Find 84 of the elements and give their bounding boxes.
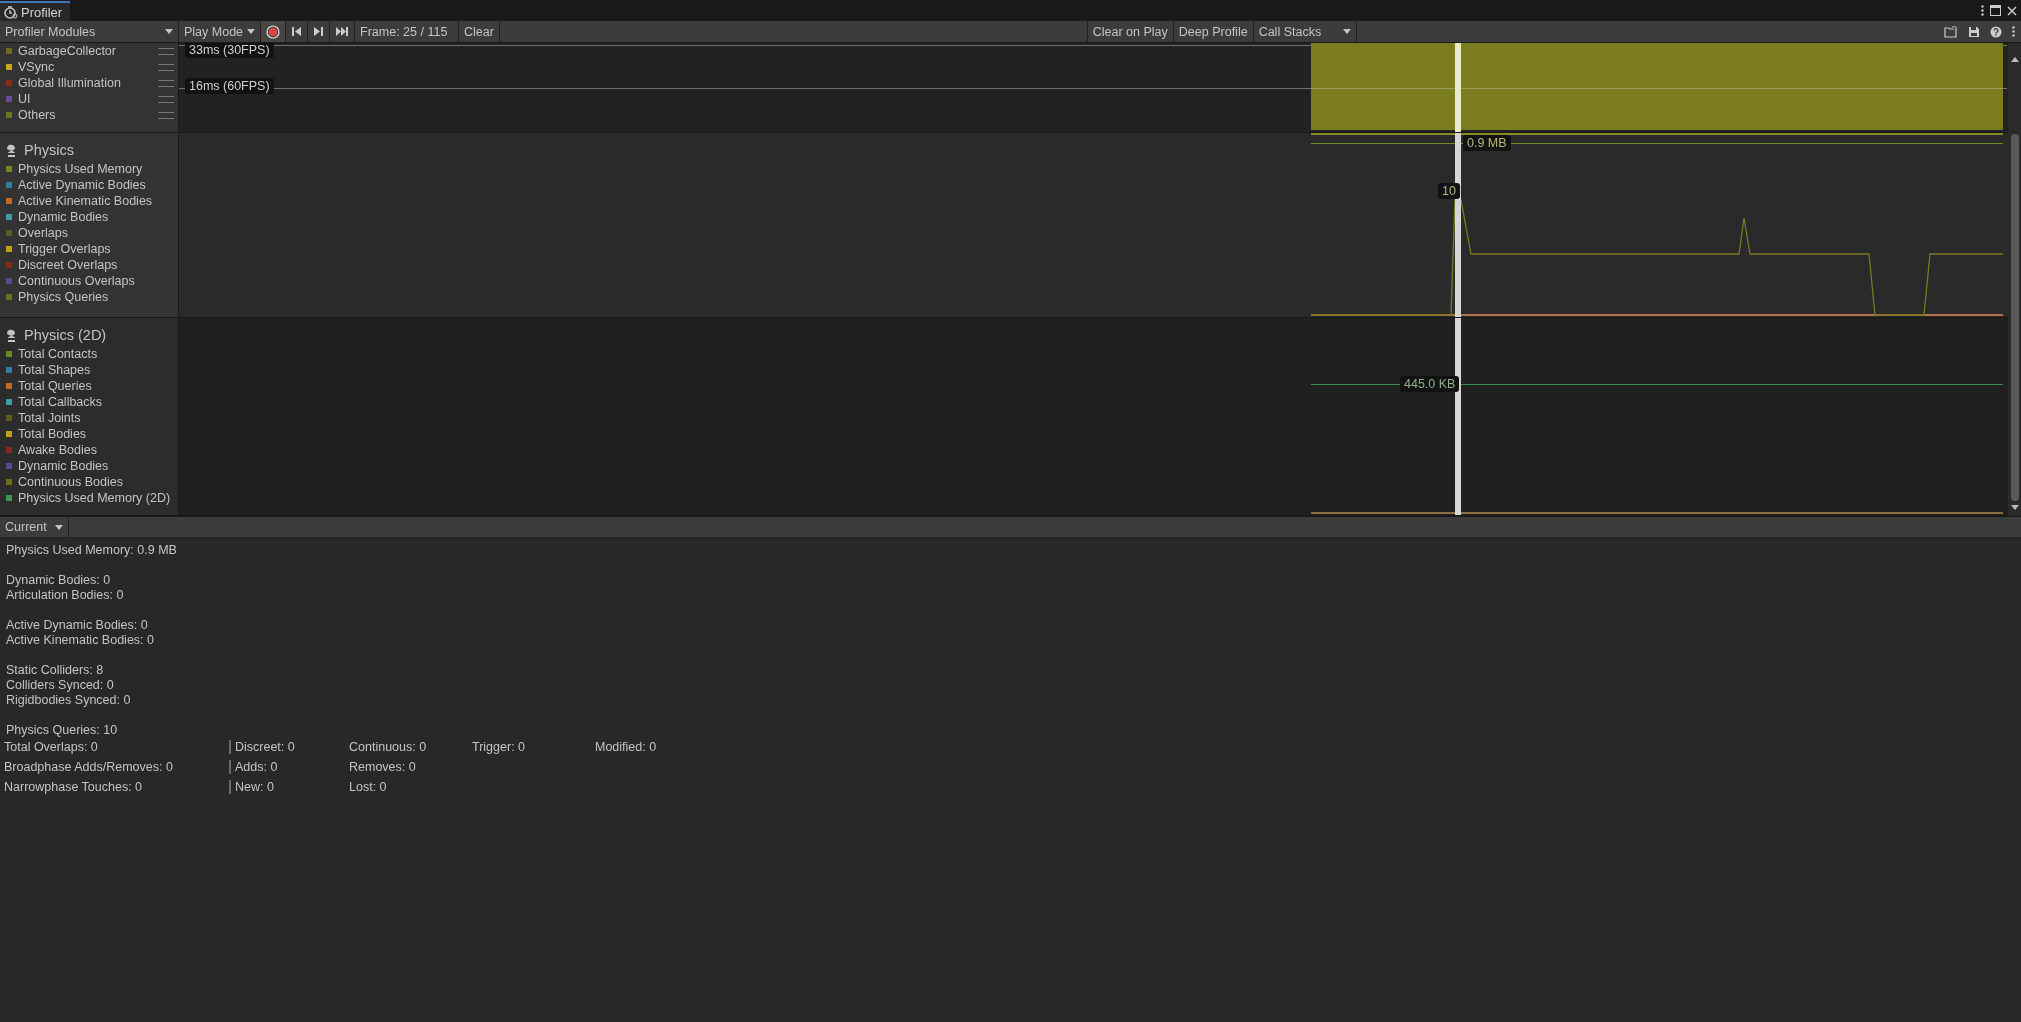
legend-label[interactable]: GarbageCollector <box>18 44 152 58</box>
drag-handle-icon[interactable] <box>158 47 174 55</box>
legend-label[interactable]: Continuous Bodies <box>18 475 178 489</box>
legend-label[interactable]: Total Callbacks <box>18 395 178 409</box>
legend-label[interactable]: Physics Queries <box>18 290 178 304</box>
graph-value-label: 445.0 KB <box>1400 376 1460 392</box>
legend-label[interactable]: Overlaps <box>18 226 178 240</box>
save-icon[interactable] <box>1968 25 1980 38</box>
graph-value-label: 0.9 MB <box>1463 135 1511 151</box>
view-dropdown[interactable]: Current <box>0 517 69 537</box>
drag-handle-icon[interactable] <box>158 63 174 71</box>
legend-label[interactable]: Dynamic Bodies <box>18 210 178 224</box>
caret-icon <box>55 524 63 530</box>
stat-line: Physics Used Memory: 0.9 MB <box>6 543 178 558</box>
stat-line: Active Kinematic Bodies: 0 <box>6 633 155 648</box>
maximize-icon[interactable] <box>1990 5 2001 16</box>
deep-profile-button[interactable]: Deep Profile <box>1173 21 1254 42</box>
legend-label[interactable]: Continuous Overlaps <box>18 274 178 288</box>
frame-cursor[interactable] <box>1455 318 1461 515</box>
graph-marker-label: 33ms (30FPS) <box>185 43 274 58</box>
clear-on-play-button[interactable]: Clear on Play <box>1086 21 1174 42</box>
stat-line: Colliders Synced: 0 <box>6 678 115 693</box>
next-frame-icon <box>313 26 325 37</box>
first-frame-icon <box>291 26 303 37</box>
stat-cell-text: Trigger: 0 <box>472 740 527 754</box>
call-stacks-dropdown[interactable]: Call Stacks <box>1253 21 1358 42</box>
module-title: Physics (2D) <box>24 327 107 343</box>
legend-label[interactable]: Active Kinematic Bodies <box>18 194 178 208</box>
legend-label[interactable]: Physics Used Memory (2D) <box>18 491 178 505</box>
legend-label[interactable]: Total Contacts <box>18 347 178 361</box>
legend-label[interactable]: Total Queries <box>18 379 178 393</box>
graph-value-label: 10 <box>1438 183 1460 199</box>
stat-cell-text: Modified: 0 <box>595 740 658 754</box>
legend-label[interactable]: Others <box>18 108 152 122</box>
module-title: Physics <box>24 142 74 158</box>
stat-cell-text: Broadphase Adds/Removes: 0 <box>4 760 174 774</box>
stopwatch-icon <box>4 5 18 19</box>
stat-line: Articulation Bodies: 0 <box>6 588 125 603</box>
stat-cell-text: Continuous: 0 <box>349 740 428 754</box>
scroll-down-icon[interactable] <box>2010 505 2019 510</box>
caret-icon <box>165 29 173 34</box>
legend-label[interactable]: Physics Used Memory <box>18 162 178 176</box>
legend-label[interactable]: Total Shapes <box>18 363 178 377</box>
stat-cell-text: Lost: 0 <box>349 780 388 794</box>
stat-line: Physics Queries: 10 <box>6 723 119 738</box>
stat-cell: Discreet: 0 <box>229 740 349 754</box>
legend-label[interactable]: Active Dynamic Bodies <box>18 178 178 192</box>
frame-counter: Frame: 25 / 115 <box>355 21 460 42</box>
clear-button[interactable]: Clear <box>459 21 500 42</box>
drag-handle-icon[interactable] <box>158 79 174 87</box>
legend-label[interactable]: UI <box>18 92 152 106</box>
stat-cell: New: 0 <box>229 780 349 794</box>
stat-cell-text: Total Overlaps: 0 <box>4 740 99 754</box>
record-icon <box>266 24 281 39</box>
stat-cell-text: Narrowphase Touches: 0 <box>4 780 144 794</box>
stat-cell-text: Removes: 0 <box>349 760 417 774</box>
profiler-modules-dropdown[interactable]: Profiler Modules <box>0 21 179 42</box>
legend-label[interactable]: VSync <box>18 60 152 74</box>
legend-label[interactable]: Global Illumination <box>18 76 152 90</box>
stat-cell: Adds: 0 <box>229 760 349 774</box>
drag-handle-icon[interactable] <box>158 111 174 119</box>
help-icon[interactable] <box>1990 25 2002 38</box>
frame-cursor[interactable] <box>1455 133 1461 317</box>
close-icon[interactable] <box>2007 5 2017 16</box>
drag-handle-icon[interactable] <box>158 95 174 103</box>
caret-icon <box>247 29 256 34</box>
load-folder-icon[interactable] <box>1944 25 1958 38</box>
record-button[interactable] <box>261 21 287 42</box>
last-frame-icon <box>335 26 350 37</box>
graph-marker-label: 16ms (60FPS) <box>185 78 274 94</box>
legend-label[interactable]: Dynamic Bodies <box>18 459 178 473</box>
more-options-icon[interactable] <box>2012 26 2015 37</box>
stat-line: Rigidbodies Synced: 0 <box>6 693 132 708</box>
legend-label[interactable]: Discreet Overlaps <box>18 258 178 272</box>
legend-label[interactable]: Awake Bodies <box>18 443 178 457</box>
caret-icon <box>1343 29 1352 34</box>
stat-line: Static Colliders: 8 <box>6 663 105 678</box>
legend-label[interactable]: Total Joints <box>18 411 178 425</box>
stat-line: Active Dynamic Bodies: 0 <box>6 618 149 633</box>
scroll-up-icon[interactable] <box>2010 57 2019 62</box>
legend-label[interactable]: Trigger Overlaps <box>18 242 178 256</box>
more-options-icon[interactable] <box>1981 5 1984 16</box>
stat-line: Dynamic Bodies: 0 <box>6 573 112 588</box>
legend-label[interactable]: Total Bodies <box>18 427 178 441</box>
